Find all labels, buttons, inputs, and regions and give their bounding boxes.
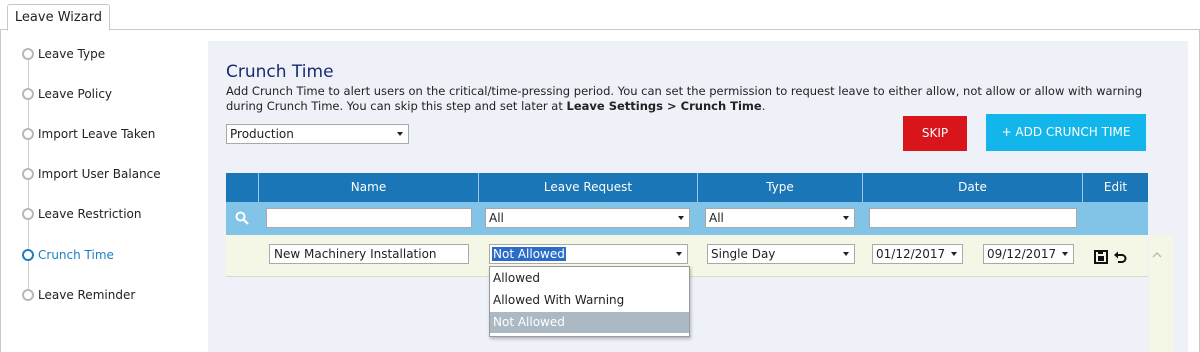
chevron-down-icon	[676, 252, 682, 256]
step-leave-type[interactable]: Leave Type	[22, 47, 202, 63]
step-dot	[22, 128, 34, 140]
page-title: Crunch Time	[226, 62, 334, 82]
chevron-down-icon	[678, 216, 684, 220]
leave-request-filter-select[interactable]: All	[485, 208, 690, 228]
option-allowed[interactable]: Allowed	[490, 268, 689, 289]
step-label: Leave Reminder	[38, 288, 136, 302]
type-filter-select[interactable]: All	[705, 208, 855, 228]
leave-request-dropdown-menu: Allowed Allowed With Warning Not Allowed	[489, 266, 690, 337]
leave-request-filter-value: All	[489, 211, 504, 225]
option-not-allowed[interactable]: Not Allowed	[490, 312, 689, 333]
chevron-down-icon	[843, 216, 849, 220]
step-dot	[22, 208, 34, 220]
step-import-leave-taken[interactable]: Import Leave Taken	[22, 127, 202, 143]
add-crunch-time-button[interactable]: + ADD CRUNCH TIME	[986, 114, 1146, 151]
type-value: Single Day	[711, 247, 776, 261]
search-icon	[235, 211, 249, 225]
chevron-down-icon	[843, 252, 849, 256]
step-leave-restriction[interactable]: Leave Restriction	[22, 207, 202, 223]
name-filter-input[interactable]	[266, 208, 472, 228]
column-header-edit: Edit	[1082, 173, 1148, 202]
page-description: Add Crunch Time to alert users on the cr…	[226, 84, 1176, 114]
tab-leave-wizard[interactable]: Leave Wizard	[7, 4, 110, 31]
step-dot-active	[22, 249, 34, 261]
column-header-name: Name	[258, 173, 478, 202]
step-label: Leave Type	[38, 47, 106, 61]
filter-row: All All	[226, 202, 1148, 235]
leave-request-value: Not Allowed	[492, 247, 566, 261]
save-icon[interactable]	[1094, 250, 1108, 264]
option-allowed-with-warning[interactable]: Allowed With Warning	[490, 290, 689, 311]
type-select[interactable]: Single Day	[707, 244, 855, 264]
skip-button[interactable]: SKIP	[903, 116, 967, 151]
undo-icon[interactable]	[1113, 250, 1127, 264]
leave-request-select[interactable]: Not Allowed	[489, 244, 688, 264]
date-from-select[interactable]: 01/12/2017	[872, 244, 963, 264]
chevron-up-icon[interactable]	[1152, 251, 1162, 259]
column-header-type: Type	[697, 173, 862, 202]
step-leave-policy[interactable]: Leave Policy	[22, 87, 202, 103]
step-dot	[22, 88, 34, 100]
leave-wizard-window: Leave Wizard Leave Type Leave Policy Imp…	[0, 0, 1200, 352]
step-crunch-time[interactable]: Crunch Time	[22, 248, 202, 264]
step-leave-reminder[interactable]: Leave Reminder	[22, 288, 202, 304]
step-label: Import User Balance	[38, 167, 161, 181]
step-dot	[22, 289, 34, 301]
crunch-time-panel: Crunch Time Add Crunch Time to alert use…	[208, 41, 1188, 352]
date-to-value: 09/12/2017	[987, 247, 1057, 261]
step-label: Import Leave Taken	[38, 127, 156, 141]
crunch-name-input[interactable]: New Machinery Installation	[269, 244, 469, 264]
step-label: Leave Restriction	[38, 207, 142, 221]
table-header: Name Leave Request Type Date Edit	[226, 173, 1148, 202]
step-dot	[22, 168, 34, 180]
column-header-date: Date	[862, 173, 1082, 202]
step-label: Crunch Time	[38, 248, 114, 262]
type-filter-value: All	[709, 211, 724, 225]
chevron-down-icon	[397, 132, 403, 136]
department-select[interactable]: Production	[226, 124, 409, 144]
date-to-select[interactable]: 09/12/2017	[983, 244, 1074, 264]
date-from-value: 01/12/2017	[876, 247, 946, 261]
step-dot	[22, 48, 34, 60]
step-import-user-balance[interactable]: Import User Balance	[22, 167, 202, 183]
wizard-steps: Leave Type Leave Policy Import Leave Tak…	[0, 30, 207, 352]
column-header-leave-request: Leave Request	[478, 173, 697, 202]
description-end: .	[761, 99, 766, 113]
department-select-value: Production	[230, 127, 294, 141]
chevron-down-icon	[951, 252, 957, 256]
chevron-down-icon	[1062, 252, 1068, 256]
tab-bar: Leave Wizard	[0, 0, 1200, 31]
date-filter-input[interactable]	[869, 208, 1077, 228]
step-label: Leave Policy	[38, 87, 113, 101]
settings-path: Leave Settings > Crunch Time	[566, 99, 762, 113]
